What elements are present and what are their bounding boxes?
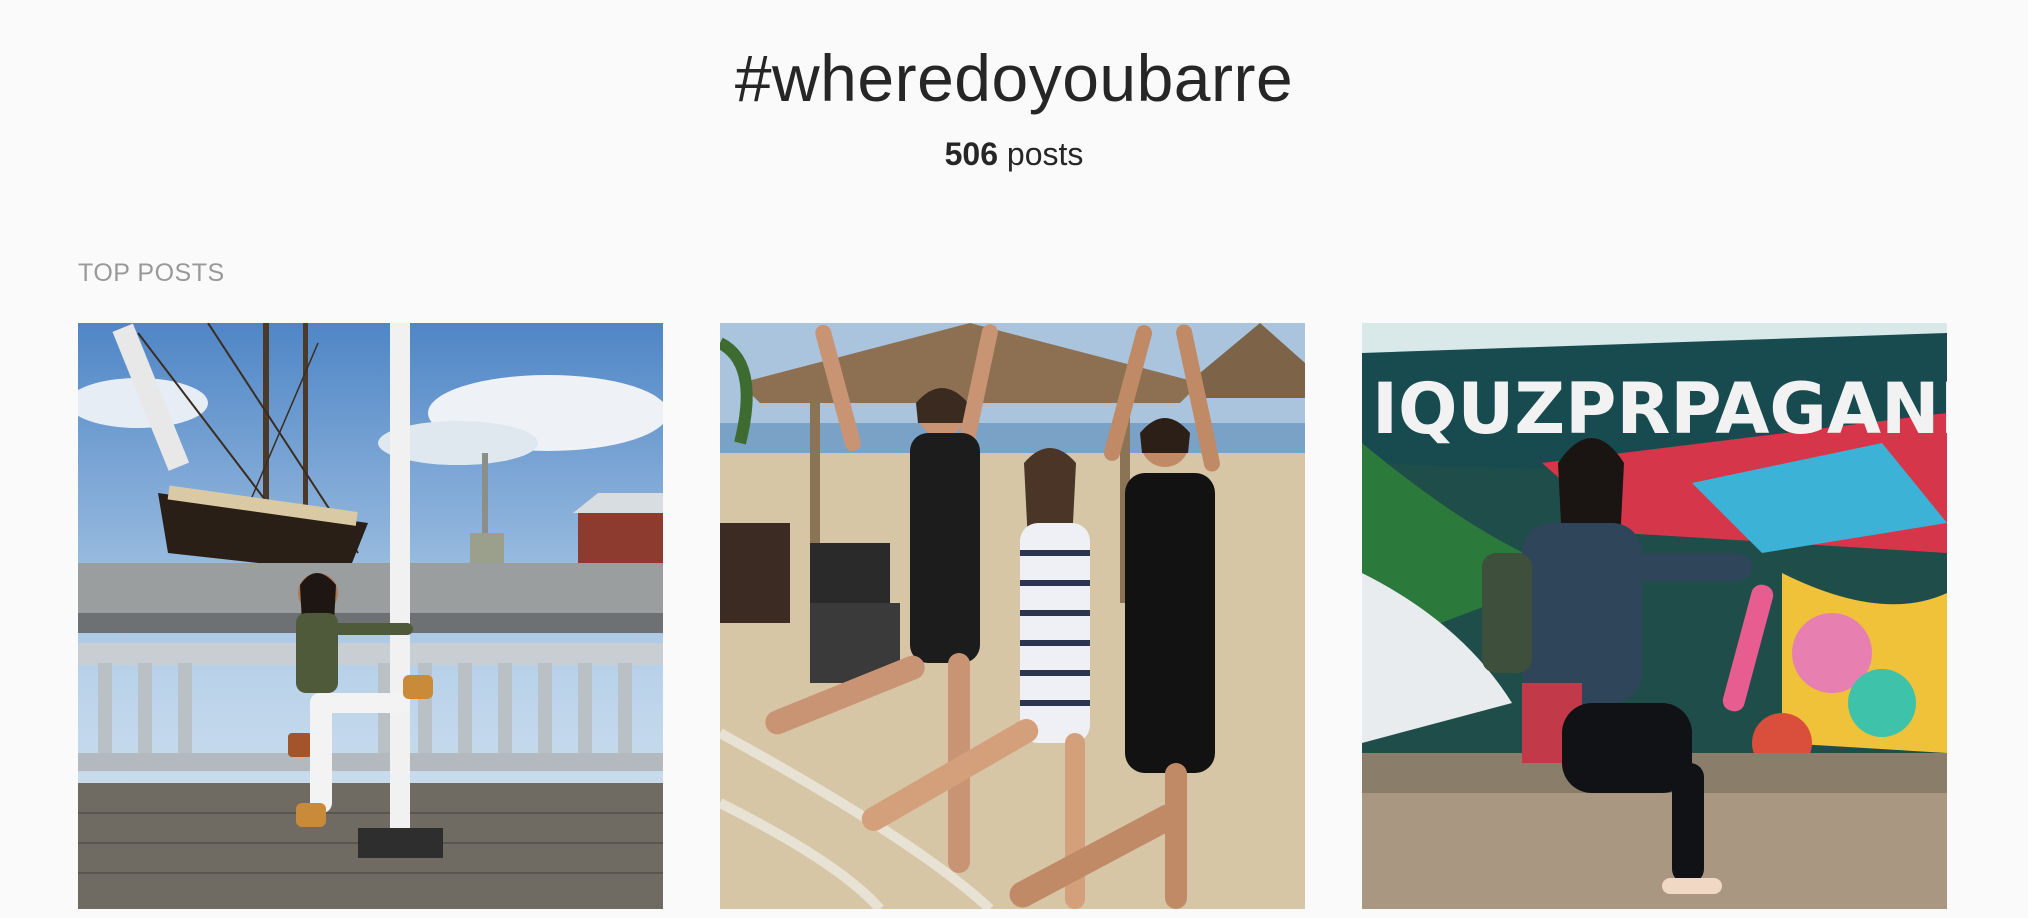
post-3-image: IQUZPRPAGANDA	[1362, 323, 1947, 909]
hashtag-page: #wheredoyoubarre 506 posts TOP POSTS IQU…	[0, 0, 2028, 918]
graffiti-text: IQUZPRPAGANDA	[1372, 368, 1947, 450]
top-posts-heading: TOP POSTS	[78, 259, 225, 287]
post-count: 506 posts	[0, 134, 2028, 174]
top-post-2[interactable]	[720, 323, 1305, 909]
top-post-1[interactable]	[78, 323, 663, 909]
post-2-image	[720, 323, 1305, 909]
post-count-number: 506	[944, 136, 998, 172]
top-posts-grid: IQUZPRPAGANDA	[78, 323, 1948, 909]
post-1-image	[78, 323, 663, 909]
hashtag-title: #wheredoyoubarre	[734, 41, 1294, 115]
post-count-label: posts	[1006, 136, 1084, 172]
top-post-3[interactable]: IQUZPRPAGANDA	[1362, 323, 1947, 909]
